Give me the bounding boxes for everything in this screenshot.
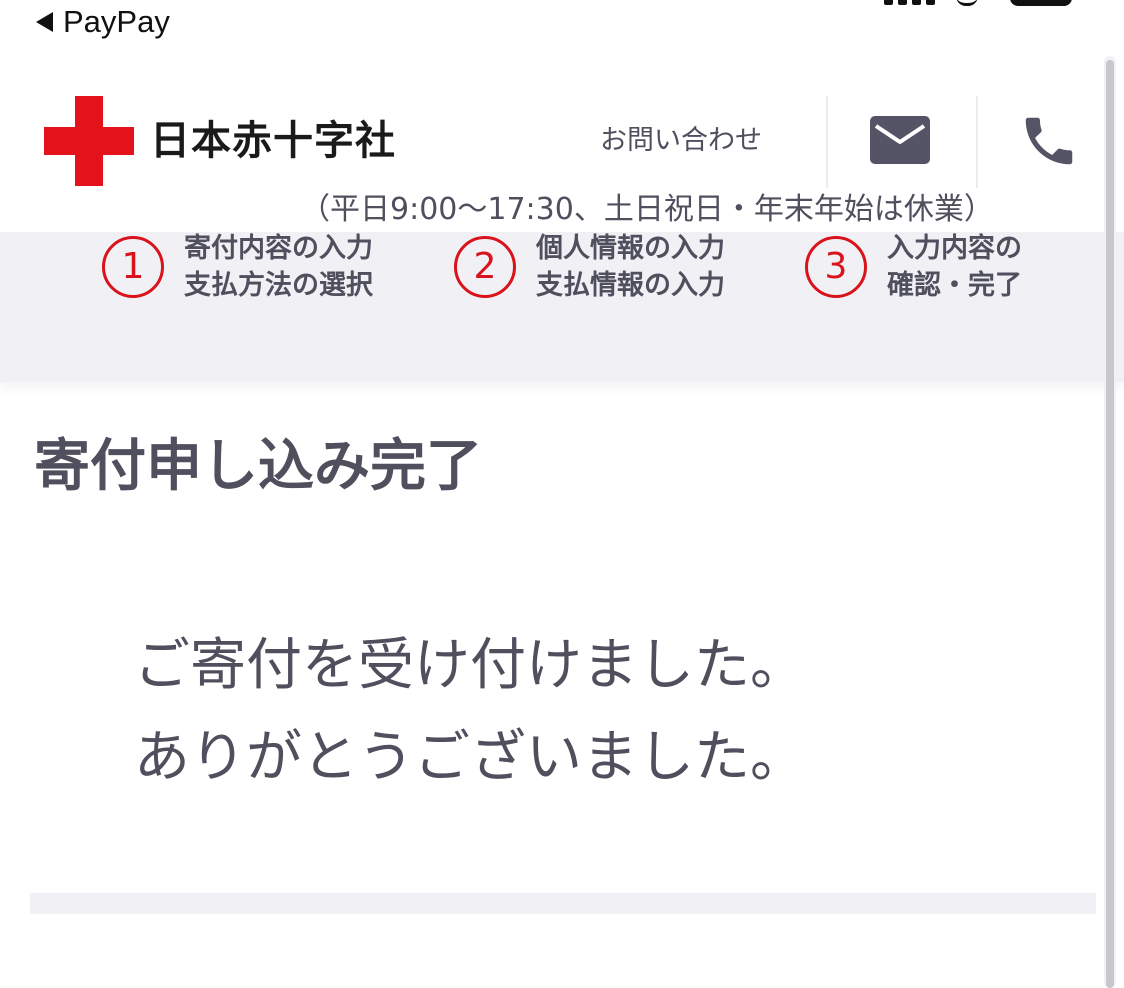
message-line: ご寄付を受け付けました。 [134,633,806,698]
step-label: 個人情報の入力 支払情報の入力 [536,230,725,304]
step-label-line: 個人情報の入力 [536,233,725,264]
scrollbar-thumb[interactable] [1106,60,1114,988]
back-to-app-link[interactable]: PayPay [36,4,170,40]
status-bar: PayPay [0,0,1124,52]
step-number-badge: 2 [454,236,516,298]
header-divider [976,96,978,188]
wifi-icon [956,0,978,6]
contact-link[interactable]: お問い合わせ [600,124,762,158]
logo-text: 日本赤十字社 [150,118,396,164]
back-app-label: PayPay [63,4,170,39]
step-3: 3 入力内容の 確認・完了 [805,232,1022,302]
message-line: ありがとうございました。 [134,725,806,790]
phone-icon [1025,117,1073,165]
thank-you-message: ご寄付を受け付けました。 ありがとうございました。 [134,620,806,804]
site-header: 日本赤十字社 お問い合わせ （平日9:00〜17:30、土日祝日・年末年始は休業… [0,52,1124,232]
step-number-badge: 3 [805,236,867,298]
page-title: 寄付申し込み完了 [34,434,482,499]
back-arrow-icon [36,12,53,32]
site-logo[interactable]: 日本赤十字社 [44,96,396,186]
step-label-line: 入力内容の [887,233,1022,264]
step-label-line: 寄付内容の入力 [184,233,373,264]
red-cross-icon [44,96,134,186]
mail-button[interactable] [868,114,932,166]
business-hours-note: （平日9:00〜17:30、土日祝日・年末年始は休業） [300,192,994,227]
mail-icon [870,116,930,164]
step-label: 寄付内容の入力 支払方法の選択 [184,230,373,304]
step-label-line: 支払方法の選択 [184,270,373,301]
step-2: 2 個人情報の入力 支払情報の入力 [454,232,725,302]
progress-steps: 1 寄付内容の入力 支払方法の選択 2 個人情報の入力 支払情報の入力 3 入力… [0,232,1124,382]
step-label: 入力内容の 確認・完了 [887,230,1022,304]
signal-icon [884,0,935,5]
step-label-line: 確認・完了 [887,270,1022,301]
donation-complete-page: PayPay 日本赤十字社 お問い合わせ （平日9:00〜17:30、土日祝日・… [0,0,1124,988]
step-label-line: 支払情報の入力 [536,270,725,301]
step-number-badge: 1 [102,236,164,298]
section-divider [30,893,1096,914]
battery-icon [1010,0,1072,6]
step-1: 1 寄付内容の入力 支払方法の選択 [102,232,373,302]
phone-button[interactable] [1018,110,1080,172]
header-divider [826,96,828,188]
